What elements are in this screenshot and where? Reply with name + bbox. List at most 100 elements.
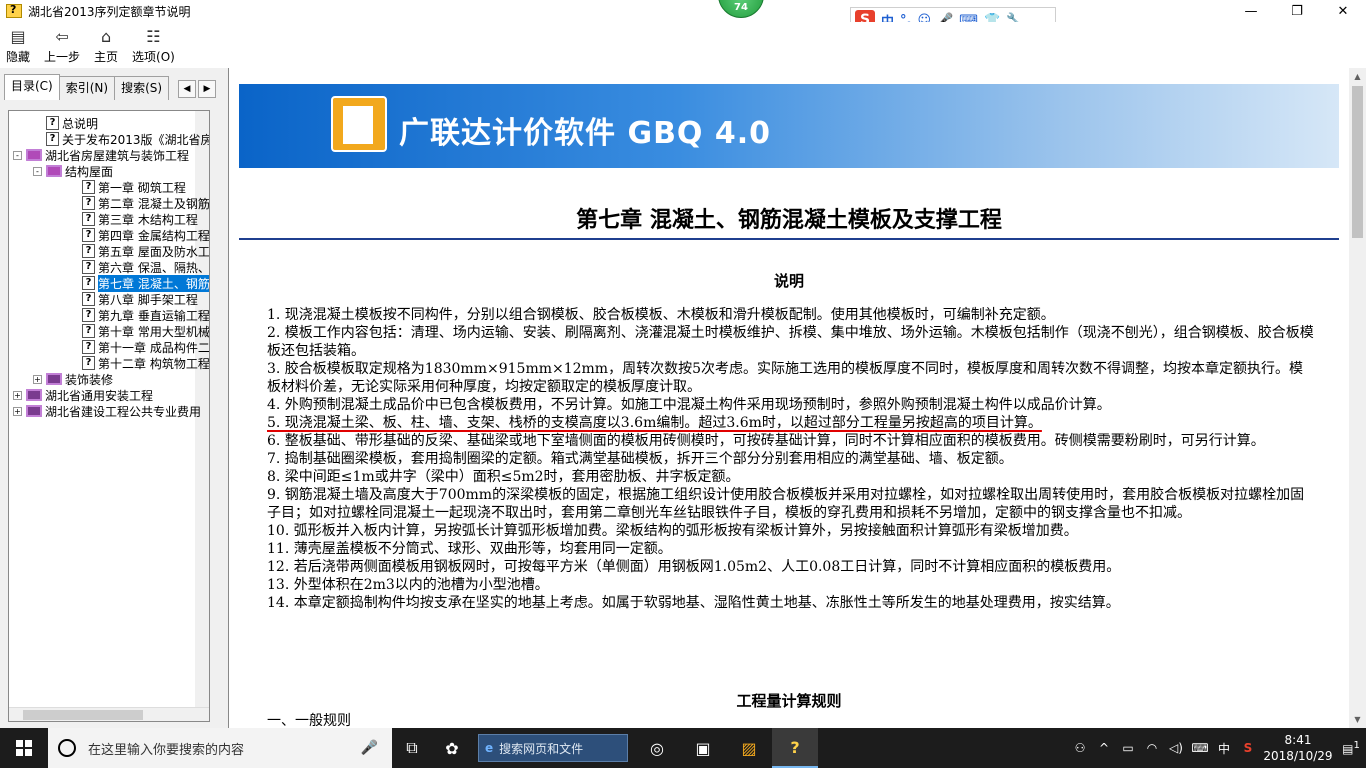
general-rules-heading: 一、一般规则 [267,713,351,728]
options-icon: ☷ [146,26,161,46]
banner: 广联达计价软件 GBQ 4.0 [239,84,1339,168]
tree-item[interactable]: ? 第一章 砌筑工程 [69,179,186,195]
hide-icon: ▤ [10,26,26,46]
collapse-icon[interactable]: - [33,166,42,176]
cortana-search-box[interactable]: 在这里输入你要搜索的内容 🎤 [48,728,392,768]
taskbar-app-notepad[interactable]: ▨ [726,728,772,768]
tree-item[interactable]: ? 关于发布2013版《湖北省房屋 [33,131,209,147]
hide-label: 隐藏 [6,50,31,64]
expand-icon[interactable]: + [33,374,42,384]
title-bar: 湖北省2013序列定额章节说明 74 — ❐ ✕ [0,0,1366,22]
restore-button[interactable]: ❐ [1274,0,1320,22]
tree-item[interactable]: ? 总说明 [33,115,98,131]
hide-button[interactable]: ▤ 隐藏 [6,22,30,66]
tree-item[interactable]: + 湖北省建设工程公共专业费用 [13,403,201,419]
tree-item[interactable]: ? 第七章 混凝土、钢筋混 [69,274,209,292]
cortana-icon [58,739,76,757]
show-hidden-icons[interactable]: ^ [1092,741,1116,755]
help-topic-icon: ? [82,356,95,370]
start-button[interactable] [0,728,48,768]
pinwheel-app-icon[interactable]: ✿ [432,728,472,768]
clock[interactable]: 8:41 2018/10/29 [1260,732,1336,764]
browser-search-box[interactable]: e 搜索网页和文件 [478,734,628,762]
book-icon [26,389,42,401]
window-controls: — ❐ ✕ [1228,0,1366,22]
banner-text: 广联达计价软件 GBQ 4.0 [399,116,772,151]
expand-icon[interactable]: + [13,406,22,416]
tree-item-label: 第五章 屋面及防水工程 [98,244,210,259]
help-topic-icon: ? [82,260,95,274]
collapse-icon[interactable]: - [13,150,22,160]
note-item: 9. 钢筋混凝土墙及高度大于700mm的深梁模板的固定，根据施工组织设计使用胶合… [267,487,1305,521]
tab-contents[interactable]: 目录(C) [4,74,60,100]
tree-item[interactable]: ? 第二章 混凝土及钢筋混 [69,195,210,211]
tree-item[interactable]: + 装饰装修 [33,371,113,387]
home-button[interactable]: ⌂ 主页 [94,22,118,66]
keyboard-icon[interactable]: ⌨ [1188,741,1212,755]
tree-hscroll-thumb[interactable] [23,710,143,720]
task-view-icon[interactable]: ⧉ [392,728,432,768]
tree-item-label: 湖北省通用安装工程 [45,388,154,403]
tab-scroll-right-icon[interactable]: ▶ [198,80,216,98]
taskbar-app-browser[interactable]: ◎ [634,728,680,768]
input-language[interactable]: 中 [1212,740,1236,757]
tab-scroll-arrows: ◀ ▶ [178,80,216,98]
taskbar-app-store[interactable]: ▣ [680,728,726,768]
help-topic-icon: ? [46,116,59,130]
tab-scroll-left-icon[interactable]: ◀ [178,80,196,98]
note-item: 4. 外购预制混凝土成品价中已包含模板费用，不另计算。如施工中混凝土构件采用现场… [267,397,1111,413]
green-badge[interactable]: 74 [718,0,764,18]
clock-time: 8:41 [1284,733,1312,747]
taskbar: 在这里输入你要搜索的内容 🎤 ⧉ ✿ e 搜索网页和文件 ◎ ▣ ▨ ? ⚇ ^… [0,728,1366,768]
tree-item[interactable]: ? 第九章 垂直运输工程 [69,307,209,323]
volume-icon[interactable]: ◁) [1164,741,1188,755]
minimize-button[interactable]: — [1228,0,1274,22]
content-scroll-thumb[interactable] [1352,86,1363,238]
people-icon[interactable]: ⚇ [1068,741,1092,755]
tree-item[interactable]: ? 第六章 保温、隔热、防 [69,259,210,275]
scroll-up-icon[interactable]: ▲ [1349,68,1366,85]
window-title: 湖北省2013序列定额章节说明 [28,4,191,19]
sogou-tray-icon[interactable]: S [1236,741,1260,755]
tree-item[interactable]: ? 第十章 常用大型机械安 [69,323,209,339]
tree-item-label: 第三章 木结构工程 [98,212,198,227]
content-vertical-scrollbar[interactable]: ▲ ▼ [1349,68,1366,728]
help-topic-icon: ? [82,340,95,354]
close-button[interactable]: ✕ [1320,0,1366,22]
notification-center-icon[interactable]: ▤1 [1336,740,1366,756]
back-arrow-icon: ⇦ [55,26,69,46]
tab-index[interactable]: 索引(N) [58,76,116,100]
device-icon[interactable]: ▭ [1116,741,1140,755]
taskbar-app-help[interactable]: ? [772,728,818,768]
tree-item[interactable]: ? 第八章 脚手架工程 [69,291,198,307]
home-label: 主页 [94,50,119,64]
browser-search-text: 搜索网页和文件 [499,741,584,756]
microphone-icon[interactable]: 🎤 [361,740,378,756]
tree-item[interactable]: ? 第十一章 成品构件二次 [69,339,209,355]
windows-logo-icon [16,740,32,756]
tree-item-label: 第二章 混凝土及钢筋混 [98,196,210,211]
scroll-down-icon[interactable]: ▼ [1349,711,1366,728]
open-book-icon [46,165,62,177]
wifi-icon[interactable]: ◠ [1140,741,1164,755]
section-title: 说明 [773,272,804,290]
note-item: 14. 本章定额捣制构件均按支承在坚实的地基上考虑。如属于软弱地基、湿陷性黄土地… [267,595,1120,611]
tree-item-label: 第六章 保温、隔热、防 [98,260,210,275]
book-icon [26,405,42,417]
tree-item[interactable]: - 湖北省房屋建筑与装饰工程 [13,147,189,163]
tree-item[interactable]: ? 第三章 木结构工程 [69,211,198,227]
tree-horizontal-scrollbar[interactable] [9,707,209,721]
tree-item[interactable]: ? 第四章 金属结构工程 [69,227,209,243]
tree-item[interactable]: ? 第十二章 构筑物工程 [69,355,210,371]
help-topic-icon: ? [82,276,95,290]
tab-search[interactable]: 搜索(S) [114,76,170,100]
back-button[interactable]: ⇦ 上一步 [44,22,80,66]
tree-item-label: 第十二章 构筑物工程 [98,356,210,371]
tree-item[interactable]: - 结构屋面 [33,163,113,179]
options-button[interactable]: ☷ 选项(O) [132,22,175,66]
ie-icon: e [485,741,494,755]
tree-item[interactable]: + 湖北省通用安装工程 [13,387,153,403]
tree-item-label: 第一章 砌筑工程 [98,180,186,195]
expand-icon[interactable]: + [13,390,22,400]
tree-item[interactable]: ? 第五章 屋面及防水工程 [69,243,210,259]
